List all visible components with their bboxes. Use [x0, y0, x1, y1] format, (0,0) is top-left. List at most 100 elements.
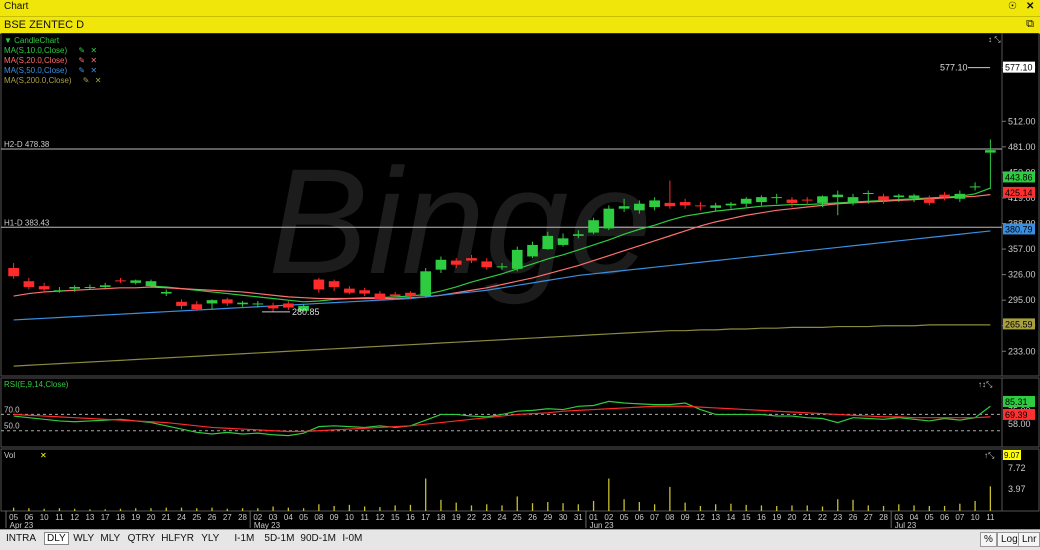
candle-body [23, 281, 35, 287]
date-tick-label: 18 [437, 513, 446, 522]
volume-remove-icon: ✕ [40, 451, 47, 460]
date-tick-label: 19 [452, 513, 461, 522]
candle-body [557, 238, 569, 245]
scale-percent-button[interactable]: % [980, 532, 997, 547]
candle-body [969, 186, 981, 188]
candle-body [817, 196, 828, 203]
rsi-panel [0, 377, 1040, 448]
candle-body [496, 266, 508, 268]
range-i-0m[interactable]: I-0M [340, 533, 364, 544]
candle-body [893, 195, 905, 198]
date-tick-label: 26 [849, 513, 858, 522]
legend-label: MA(S,200.0,Close) [4, 76, 72, 85]
pin-icon[interactable]: ☉ [1008, 1, 1017, 12]
date-tick-label: 07 [650, 513, 659, 522]
candle-body [862, 193, 874, 195]
candle-body [603, 208, 615, 229]
candle-body [359, 290, 370, 294]
timeframe-yly[interactable]: YLY [199, 533, 221, 544]
date-tick-label: 24 [498, 513, 507, 522]
date-tick-label: 24 [177, 513, 186, 522]
rsi-level-label: 70.0 [4, 405, 20, 414]
remove-icon: ✕ [90, 46, 97, 55]
timeframe-hlfyr[interactable]: HLFYR [159, 533, 196, 544]
timeframe-mly[interactable]: MLY [98, 533, 122, 544]
date-tick-label: 10 [971, 513, 980, 522]
candle-body [54, 290, 65, 292]
candle-body [420, 271, 432, 297]
candle-body [221, 299, 233, 304]
date-tick-label: 06 [635, 513, 644, 522]
edit-icon: ✎ [83, 76, 90, 85]
panel-controls-icon: ↑⤡ [984, 451, 995, 460]
candle-body [939, 194, 950, 198]
range-5d-1m[interactable]: 5D-1M [262, 533, 296, 544]
date-tick-label: 05 [299, 513, 308, 522]
date-tick-label: 20 [147, 513, 156, 522]
date-tick-label: 25 [513, 513, 522, 522]
candle-body [237, 302, 248, 305]
rsi-legend-label: RSI(E,9,14,Close) [4, 380, 69, 389]
volume-badge-label: 9.07 [1004, 451, 1020, 460]
rsi-badge-label: 85.31 [1005, 397, 1028, 407]
panel-controls-icon: ↕ ⤡ [988, 35, 1001, 44]
candle-body [695, 205, 706, 207]
timeframe-intra[interactable]: INTRA [4, 533, 38, 544]
date-tick-label: 28 [238, 513, 247, 522]
date-tick-label: 22 [467, 513, 476, 522]
candle-body [328, 281, 340, 287]
candle-body [710, 205, 722, 208]
restore-icon[interactable]: ⧉ [1026, 18, 1034, 31]
window-titlebar: Chart ☉ ✕ [0, 0, 1040, 16]
price-badge-label: 425.14 [1005, 188, 1033, 198]
timeframe-dly[interactable]: DLY [44, 532, 69, 545]
price-tick-label: 481.00 [1008, 142, 1036, 152]
date-tick-label: 16 [757, 513, 766, 522]
date-tick-label: 19 [131, 513, 140, 522]
timeframe-wly[interactable]: WLY [71, 533, 96, 544]
range-i-1m[interactable]: I-1M [232, 533, 256, 544]
date-tick-label: 05 [620, 513, 629, 522]
symbol-label: BSE ZENTEC D [4, 19, 85, 31]
candle-body [771, 197, 783, 199]
candle-body [908, 195, 920, 198]
date-tick-label: 21 [162, 513, 171, 522]
month-label: Jul 23 [895, 521, 917, 529]
candle-body [130, 280, 142, 283]
date-tick-label: 12 [375, 513, 384, 522]
candle-body [450, 260, 462, 265]
date-tick-label: 13 [711, 513, 720, 522]
date-tick-label: 22 [818, 513, 827, 522]
date-tick-label: 21 [803, 513, 812, 522]
candle-body [313, 279, 325, 290]
date-tick-label: 13 [85, 513, 94, 522]
candle-body [374, 293, 386, 300]
range-90d-1m[interactable]: 90D-1M [298, 533, 338, 544]
price-tick-label: 357.00 [1008, 244, 1036, 254]
candle-body [176, 301, 187, 306]
date-tick-label: 28 [879, 513, 888, 522]
legend-label: ▼ CandleChart [4, 36, 60, 45]
price-tick-label: 233.00 [1008, 346, 1036, 356]
date-tick-label: 11 [986, 513, 995, 522]
date-tick-label: 10 [345, 513, 354, 522]
date-tick-label: 19 [772, 513, 781, 522]
legend-label: MA(S,20.0,Close) [4, 56, 67, 65]
date-tick-label: 15 [742, 513, 751, 522]
candle-body [99, 285, 111, 287]
candle-body [847, 197, 859, 203]
price-badge-label: 380.79 [1005, 224, 1033, 234]
close-icon[interactable]: ✕ [1026, 1, 1034, 12]
scale-lnr-button[interactable]: Lnr [1018, 532, 1040, 547]
annotation-label: 280.85 [292, 307, 320, 317]
candle-body [481, 261, 493, 268]
date-tick-label: 29 [543, 513, 552, 522]
month-label: Jun 23 [590, 521, 615, 529]
remove-icon: ✕ [95, 76, 102, 85]
date-tick-label: 30 [559, 513, 568, 522]
candle-body [160, 291, 172, 294]
candle-body [511, 249, 523, 269]
timeframe-qtry[interactable]: QTRY [126, 533, 158, 544]
chart-area[interactable]: Binge577.10512.00481.00450.00419.00388.0… [0, 33, 1040, 529]
date-tick-label: 23 [482, 513, 491, 522]
